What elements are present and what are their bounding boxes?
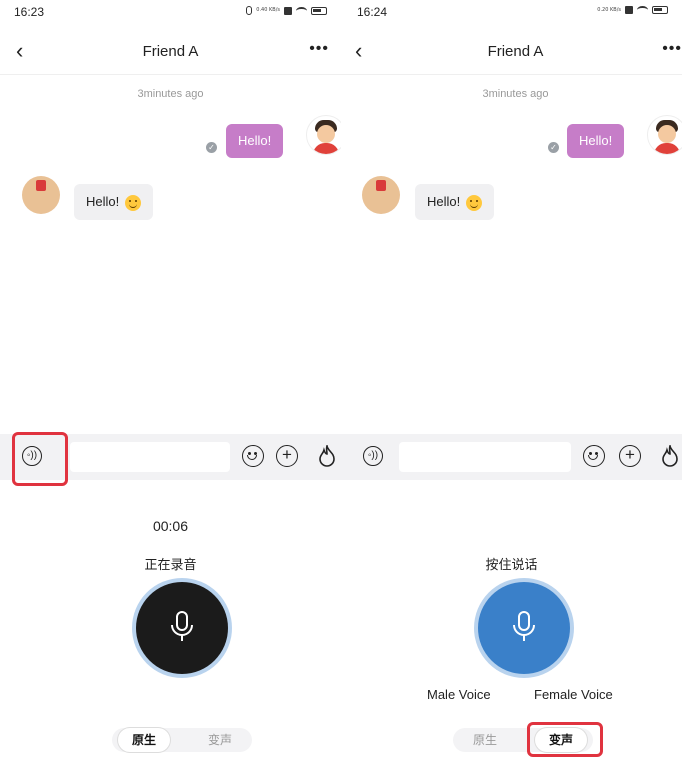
female-voice-option[interactable]: Female Voice (534, 687, 613, 702)
flame-icon[interactable] (318, 445, 336, 467)
plus-icon[interactable]: + (276, 445, 298, 467)
recording-screen-native: 16:23 0.40 KB/s ‹ Friend A ••• 3minutes … (0, 0, 341, 757)
wifi-icon (637, 6, 648, 14)
tab-native[interactable]: 原生 (118, 728, 170, 752)
hold-to-talk-label: 按住说话 (485, 558, 538, 573)
my-avatar[interactable] (647, 115, 682, 155)
friend-avatar[interactable] (22, 176, 60, 214)
recording-screen-voice-change: 16:24 0.20 KB/s ‹ Friend A ••• 3minutes … (341, 0, 682, 757)
friend-message-bubble[interactable]: Hello! (415, 184, 495, 220)
microphone-icon (513, 611, 535, 641)
my-message-bubble[interactable]: Hello! (567, 124, 625, 158)
hold-to-talk-button[interactable] (474, 578, 574, 678)
microphone-icon (171, 611, 193, 641)
notification-icon (284, 6, 292, 15)
notification-icon (625, 6, 633, 14)
message-timestamp: 3minutes ago (137, 88, 204, 100)
status-icons: 0.20 KB/s (597, 6, 668, 14)
smiley-emoji-icon (125, 194, 142, 211)
message-input[interactable] (70, 442, 230, 472)
network-speed: 0.20 KB/s (597, 6, 621, 13)
chat-header: ‹ Friend A ••• (0, 30, 341, 75)
voice-button-highlight (12, 432, 68, 486)
emoji-icon[interactable] (583, 445, 605, 467)
tab-voice-change[interactable]: 变声 (194, 728, 246, 752)
flame-icon[interactable] (661, 445, 679, 467)
status-bar: 16:23 0.40 KB/s (0, 0, 341, 24)
chat-title: Friend A (487, 43, 544, 60)
read-check-icon: ✓ (206, 142, 217, 153)
tab-native[interactable]: 原生 (459, 728, 511, 752)
battery-icon (311, 6, 327, 15)
my-avatar[interactable] (306, 115, 341, 155)
plus-icon[interactable]: + (619, 445, 641, 467)
smiley-emoji-icon (466, 194, 483, 211)
emoji-icon[interactable] (242, 445, 264, 467)
status-bar: 16:24 0.20 KB/s (341, 0, 682, 24)
voice-icon[interactable]: ◦)) (363, 446, 383, 466)
friend-message-text: Hello! (86, 194, 120, 209)
recording-timer: 00:06 (152, 518, 189, 534)
status-time: 16:24 (357, 5, 388, 19)
record-button-core[interactable] (136, 582, 228, 674)
friend-message-bubble[interactable]: Hello! (74, 184, 154, 220)
status-time: 16:23 (14, 5, 45, 19)
record-button-core[interactable] (478, 582, 570, 674)
record-button[interactable] (132, 578, 232, 678)
friend-avatar[interactable] (362, 176, 400, 214)
more-dots-icon[interactable]: ••• (662, 40, 682, 58)
more-dots-icon[interactable]: ••• (309, 40, 329, 58)
voice-change-tab-highlight (527, 722, 603, 757)
network-speed: 0.40 KB/s (256, 7, 280, 13)
recording-status-label: 正在录音 (144, 558, 197, 573)
read-check-icon: ✓ (548, 142, 559, 153)
wifi-icon (296, 6, 307, 15)
message-input[interactable] (399, 442, 571, 472)
input-bar: ◦)) + (341, 434, 682, 480)
chat-header: ‹ Friend A ••• (341, 30, 682, 75)
chat-title: Friend A (142, 43, 199, 60)
message-timestamp: 3minutes ago (482, 88, 549, 100)
my-message-bubble[interactable]: Hello! (226, 124, 284, 158)
voice-mode-tabs: 原生 变声 (112, 728, 252, 752)
male-voice-option[interactable]: Male Voice (427, 687, 491, 702)
battery-icon (652, 6, 668, 14)
friend-message-text: Hello! (427, 194, 461, 209)
mic-status-icon (246, 6, 253, 15)
status-icons: 0.40 KB/s (246, 6, 327, 15)
